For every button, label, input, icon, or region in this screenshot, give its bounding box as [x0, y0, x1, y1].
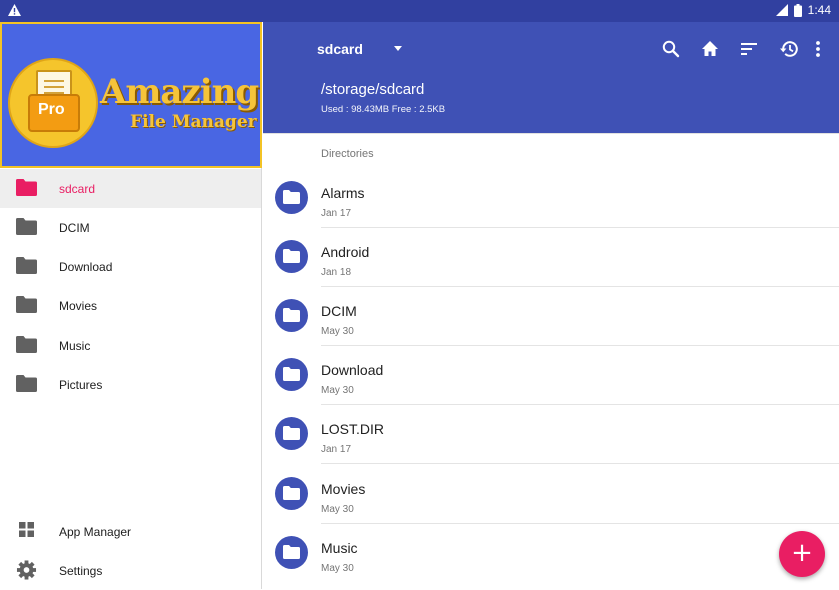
directory-row[interactable]: Download May 30	[263, 346, 839, 405]
folder-avatar	[275, 477, 308, 510]
drawer-item-settings[interactable]: Settings	[0, 551, 261, 590]
navigation-drawer: Pro Amazing File Manager sdcard DCIM Dow…	[0, 22, 262, 589]
drawer-item-label: sdcard	[59, 181, 96, 196]
directory-name: Download	[321, 362, 384, 378]
directory-row[interactable]: LOST.DIR Jan 17	[263, 405, 839, 464]
sort-icon[interactable]	[739, 39, 759, 59]
status-bar: 1:44	[0, 0, 839, 22]
drawer-item-label: Settings	[59, 563, 103, 578]
drawer-item-label: Movies	[59, 298, 98, 313]
app-subtitle: File Manager	[130, 112, 257, 132]
directory-row[interactable]: Alarms Jan 17	[263, 169, 839, 228]
folder-avatar	[275, 181, 308, 214]
section-header: Directories	[321, 148, 374, 160]
signal-icon	[775, 4, 788, 16]
folder-avatar	[275, 240, 308, 273]
directory-row[interactable]: Music May 30	[263, 524, 839, 583]
directory-date: Jan 18	[321, 267, 352, 278]
folder-avatar	[275, 417, 308, 450]
folder-icon	[283, 190, 300, 204]
directory-date: Jan 17	[321, 444, 352, 455]
folder-icon	[16, 257, 37, 274]
folder-avatar	[275, 536, 308, 569]
drawer-item-label: DCIM	[59, 220, 90, 235]
gear-icon	[16, 560, 37, 580]
chevron-down-icon[interactable]	[394, 46, 402, 51]
directory-name: Alarms	[321, 185, 365, 201]
folder-icon	[283, 249, 300, 263]
folder-avatar	[275, 299, 308, 332]
drawer-item-label: Music	[59, 338, 91, 353]
directory-date: Jan 17	[321, 208, 352, 219]
drawer-item-pictures[interactable]: Pictures	[0, 365, 261, 404]
folder-avatar	[275, 358, 308, 391]
app-bar: sdcard /storage/sdcard Used : 98.43MB Fr…	[263, 22, 839, 133]
plus-icon: +	[791, 538, 813, 568]
app-title: Amazing	[100, 72, 259, 112]
folder-icon	[283, 308, 300, 322]
drive-selector[interactable]: sdcard	[317, 41, 363, 57]
directory-date: May 30	[321, 326, 354, 337]
file-list: Directories Alarms Jan 17 Android Jan 18…	[263, 133, 839, 589]
drawer-item-dcim[interactable]: DCIM	[0, 208, 261, 247]
logo-badge: Pro	[38, 101, 65, 118]
folder-icon	[283, 367, 300, 381]
directory-row[interactable]: DCIM May 30	[263, 287, 839, 346]
history-icon[interactable]	[779, 39, 799, 59]
directory-date: May 30	[321, 563, 354, 574]
directory-name: DCIM	[321, 303, 357, 319]
storage-usage: Used : 98.43MB Free : 2.5KB	[321, 104, 446, 115]
folder-icon	[16, 296, 37, 313]
folder-icon	[16, 375, 37, 392]
current-path: /storage/sdcard	[321, 81, 425, 98]
drawer-item-movies[interactable]: Movies	[0, 286, 261, 325]
drawer-item-sdcard[interactable]: sdcard	[0, 169, 261, 208]
drawer-item-music[interactable]: Music	[0, 326, 261, 365]
folder-icon	[16, 336, 37, 353]
drawer-item-label: Download	[59, 259, 113, 274]
directory-date: May 30	[321, 504, 354, 515]
folder-icon	[16, 179, 37, 196]
folder-icon	[16, 218, 37, 235]
apps-grid-icon	[19, 522, 34, 537]
add-fab-button[interactable]: +	[779, 531, 825, 577]
directory-row[interactable]: Android Jan 18	[263, 228, 839, 287]
folder-icon	[283, 545, 300, 559]
drawer-item-download[interactable]: Download	[0, 247, 261, 286]
directory-row[interactable]: Movies May 30	[263, 465, 839, 524]
more-vert-icon[interactable]	[812, 39, 832, 59]
divider	[321, 463, 839, 464]
drawer-item-label: App Manager	[59, 524, 132, 539]
home-icon[interactable]	[700, 39, 720, 59]
directory-name: LOST.DIR	[321, 421, 385, 437]
drawer-item-label: Pictures	[59, 377, 103, 392]
drawer-item-app-manager[interactable]: App Manager	[0, 512, 261, 551]
search-icon[interactable]	[661, 39, 681, 59]
folder-icon	[283, 426, 300, 440]
folder-icon	[283, 486, 300, 500]
status-time: 1:44	[807, 3, 831, 17]
directory-date: May 30	[321, 385, 354, 396]
app-banner: Pro Amazing File Manager	[0, 22, 262, 168]
directory-name: Music	[321, 540, 358, 556]
warning-icon	[8, 4, 21, 16]
directory-name: Movies	[321, 481, 366, 497]
battery-icon	[793, 3, 802, 17]
directory-name: Android	[321, 244, 370, 260]
